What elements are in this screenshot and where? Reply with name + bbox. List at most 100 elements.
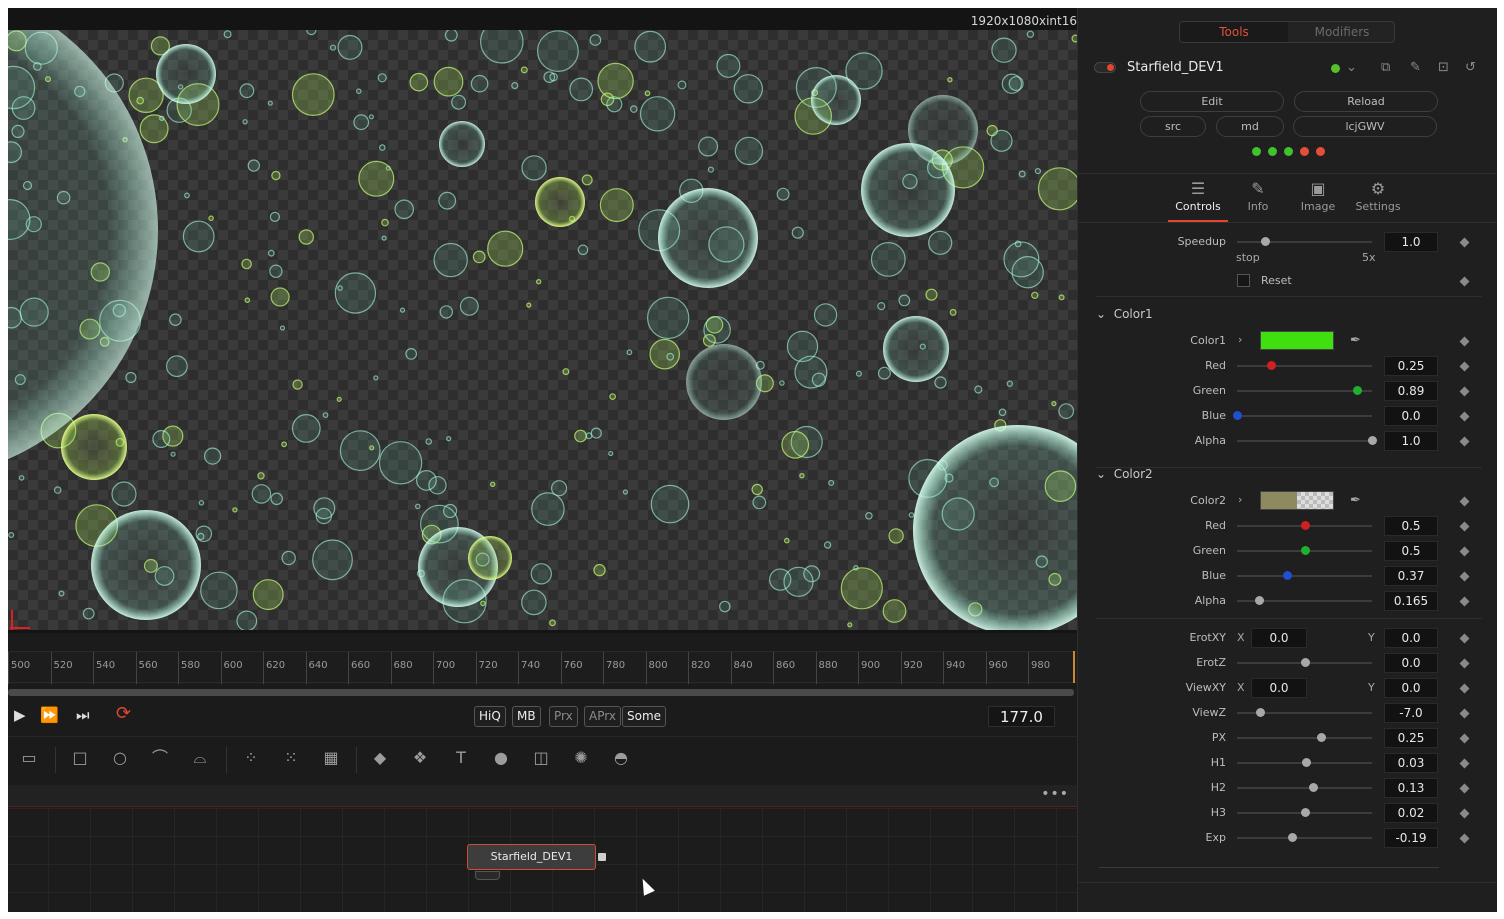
hiq-button[interactable]: HiQ: [474, 706, 506, 727]
color1-blue-field[interactable]: 0.0: [1384, 406, 1438, 426]
rectangle-icon[interactable]: □: [69, 749, 91, 767]
renderer3d-icon[interactable]: ◫: [530, 749, 552, 767]
tab-tools[interactable]: Tools: [1180, 22, 1288, 42]
starfield-node[interactable]: Starfield_DEV1: [467, 844, 596, 870]
tab-image[interactable]: ▣ Image: [1288, 178, 1348, 222]
color2-alpha-slider-knob[interactable]: [1255, 596, 1265, 605]
merge3d-icon[interactable]: ❖: [409, 749, 431, 767]
h3-field[interactable]: 0.02: [1384, 803, 1438, 823]
tab-controls[interactable]: ☰ Controls: [1168, 178, 1228, 222]
keyframe-icon[interactable]: [1459, 808, 1470, 819]
keyframe-icon[interactable]: [1459, 758, 1470, 769]
keyframe-icon[interactable]: [1459, 496, 1470, 507]
lcjgwv-button[interactable]: lcjGWV: [1293, 116, 1437, 137]
color1-section-header[interactable]: ⌄ Color1: [1096, 307, 1153, 321]
loop-icon[interactable]: ⟳: [116, 703, 131, 724]
color1-red-slider[interactable]: [1237, 365, 1372, 367]
node-output-port[interactable]: [598, 853, 606, 861]
mb-button[interactable]: MB: [512, 706, 541, 727]
color2-section-header[interactable]: ⌄ Color2: [1096, 467, 1153, 481]
keyframe-icon[interactable]: [1459, 546, 1470, 557]
keyframe-icon[interactable]: [1459, 436, 1470, 447]
node-flow-editor[interactable]: Starfield_DEV1: [8, 808, 1077, 912]
color2-blue-slider[interactable]: [1237, 575, 1372, 577]
fast-forward-icon[interactable]: ⏩: [40, 706, 59, 724]
keyframe-icon[interactable]: [1459, 733, 1470, 744]
keyframe-icon[interactable]: [1459, 571, 1470, 582]
lock-icon[interactable]: ⊡: [1438, 60, 1449, 75]
color2-green-field[interactable]: 0.5: [1384, 541, 1438, 561]
tool-color-dot[interactable]: [1331, 64, 1340, 73]
keyframe-icon[interactable]: [1459, 521, 1470, 532]
color1-green-slider[interactable]: [1237, 390, 1372, 392]
keyframe-icon[interactable]: [1459, 276, 1470, 287]
h2-slider[interactable]: [1237, 787, 1372, 789]
erotz-slider-knob[interactable]: [1300, 658, 1310, 667]
keyframe-icon[interactable]: [1459, 708, 1470, 719]
color1-green-slider-knob[interactable]: [1353, 386, 1363, 395]
keyframe-icon[interactable]: [1459, 633, 1470, 644]
aprx-button[interactable]: APrx: [584, 706, 621, 727]
color2-swatch[interactable]: [1260, 491, 1334, 510]
chevron-down-icon[interactable]: ⌄: [1346, 60, 1357, 75]
eyedropper-icon[interactable]: ✒: [1350, 333, 1361, 348]
color2-blue-slider-knob[interactable]: [1282, 571, 1292, 580]
color1-alpha-field[interactable]: 1.0: [1384, 431, 1438, 451]
more-options-icon[interactable]: •••: [1041, 786, 1069, 802]
tab-modifiers[interactable]: Modifiers: [1288, 22, 1394, 42]
color1-red-slider-knob[interactable]: [1266, 361, 1276, 370]
erotxy-y-field[interactable]: 0.0: [1384, 628, 1438, 648]
bspline-icon[interactable]: ⌓: [189, 749, 211, 767]
particle-render-icon[interactable]: ▦: [320, 749, 342, 767]
px-field[interactable]: 0.25: [1384, 728, 1438, 748]
viewer-canvas[interactable]: [8, 30, 1077, 630]
exp-field[interactable]: -0.19: [1384, 828, 1438, 848]
keyframe-icon[interactable]: [1459, 783, 1470, 794]
prx-button[interactable]: Prx: [549, 706, 578, 727]
polygon-icon[interactable]: ⌒: [149, 749, 171, 767]
color1-blue-slider[interactable]: [1237, 415, 1372, 417]
speedup-slider[interactable]: [1237, 241, 1372, 243]
text3d-icon[interactable]: T: [450, 749, 472, 767]
px-slider-knob[interactable]: [1316, 733, 1326, 742]
viewz-field[interactable]: -7.0: [1384, 703, 1438, 723]
tab-settings[interactable]: ⚙ Settings: [1348, 178, 1408, 222]
color2-blue-field[interactable]: 0.37: [1384, 566, 1438, 586]
pin-icon[interactable]: ✎: [1410, 60, 1421, 75]
color1-alpha-slider-knob[interactable]: [1368, 436, 1377, 445]
play-icon[interactable]: ▶: [14, 706, 26, 724]
h3-slider-knob[interactable]: [1300, 808, 1310, 817]
image-plane-icon[interactable]: ◓: [610, 749, 632, 767]
px-slider[interactable]: [1237, 737, 1372, 739]
viewxy-x-field[interactable]: 0.0: [1251, 678, 1307, 698]
color2-red-field[interactable]: 0.5: [1384, 516, 1438, 536]
node-input-port[interactable]: [475, 871, 500, 880]
color2-red-slider-knob[interactable]: [1300, 521, 1310, 530]
src-button[interactable]: src: [1140, 116, 1206, 137]
keyframe-icon[interactable]: [1459, 237, 1470, 248]
color1-blue-slider-knob[interactable]: [1233, 411, 1242, 420]
keyframe-icon[interactable]: [1459, 683, 1470, 694]
eyedropper-icon[interactable]: ✒: [1350, 493, 1361, 508]
color1-green-field[interactable]: 0.89: [1384, 381, 1438, 401]
current-frame-field[interactable]: 177.0: [988, 706, 1055, 727]
timeline-ruler[interactable]: 500 520 540 560 580 600 620 640 660 680 700 720 740 7…: [8, 651, 1077, 684]
ellipse-icon[interactable]: ○: [109, 749, 131, 767]
color2-green-slider-knob[interactable]: [1300, 546, 1310, 555]
tool-enable-toggle[interactable]: [1094, 62, 1116, 73]
reset-icon[interactable]: ↺: [1465, 60, 1476, 75]
background-icon[interactable]: ▭: [18, 749, 40, 767]
viewz-slider-knob[interactable]: [1255, 708, 1265, 717]
view-icon[interactable]: ⧉: [1381, 60, 1390, 75]
particle-force-icon[interactable]: ⁙: [280, 749, 302, 767]
camera3d-icon[interactable]: ●: [490, 749, 512, 767]
erotxy-x-field[interactable]: 0.0: [1251, 628, 1307, 648]
keyframe-icon[interactable]: [1459, 658, 1470, 669]
timeline-scrollbar[interactable]: [8, 689, 1074, 696]
md-button[interactable]: md: [1216, 116, 1284, 137]
erotz-field[interactable]: 0.0: [1384, 653, 1438, 673]
speedup-slider-knob[interactable]: [1261, 237, 1271, 246]
color2-alpha-field[interactable]: 0.165: [1384, 591, 1438, 611]
some-button[interactable]: Some: [622, 706, 667, 727]
color1-swatch[interactable]: [1260, 331, 1334, 350]
